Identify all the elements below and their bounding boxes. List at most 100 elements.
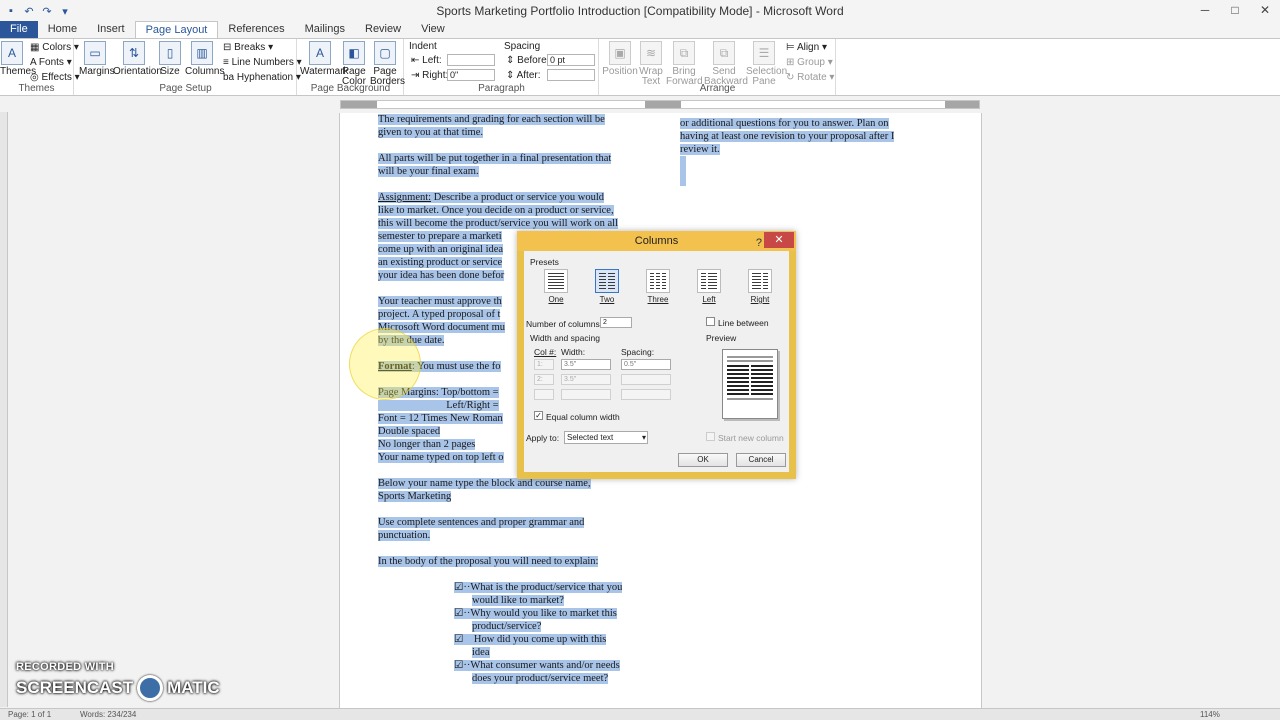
send-backward-button[interactable]: ⧉ Send Backward bbox=[704, 41, 748, 87]
cancel-button[interactable]: Cancel bbox=[736, 453, 786, 467]
position-button[interactable]: ▣ Position bbox=[602, 41, 638, 77]
colors-button[interactable]: ▦ Colors ▾ bbox=[30, 42, 79, 54]
page-background-group: A Watermark ◧ Page Color ▢ Page Borders … bbox=[298, 39, 405, 95]
spacing-before-icon: ⇕ bbox=[506, 55, 518, 66]
checkbox-icon: ☑ bbox=[454, 608, 464, 619]
doc-line: punctuation. bbox=[378, 530, 431, 541]
colors-icon: ▦ bbox=[30, 42, 43, 53]
line-numbers-button[interactable]: ≡ Line Numbers ▾ bbox=[223, 57, 302, 69]
size-button[interactable]: ▯ Size bbox=[159, 41, 181, 77]
save-icon[interactable]: ▪ bbox=[4, 4, 18, 18]
zoom-level[interactable]: 114% bbox=[1200, 710, 1220, 719]
doc-line: The requirements and grading for each se… bbox=[378, 114, 605, 125]
undo-icon[interactable]: ↶ bbox=[22, 4, 36, 18]
doc-line: idea bbox=[472, 647, 490, 658]
page-color-icon: ◧ bbox=[343, 41, 365, 65]
maximize-button[interactable]: □ bbox=[1220, 0, 1250, 20]
ok-button[interactable]: OK bbox=[678, 453, 728, 467]
tab-review[interactable]: Review bbox=[355, 21, 411, 38]
dialog-close-button[interactable]: ✕ bbox=[764, 232, 794, 248]
breaks-icon: ⊟ bbox=[223, 42, 235, 53]
page-color-button[interactable]: ◧ Page Color bbox=[342, 41, 366, 87]
preset-two[interactable]: Two bbox=[593, 269, 621, 304]
tab-page-layout[interactable]: Page Layout bbox=[134, 21, 219, 38]
customize-icon[interactable]: ▾ bbox=[58, 4, 72, 18]
redo-icon[interactable]: ↷ bbox=[40, 4, 54, 18]
equal-width-checkbox[interactable]: ✓ bbox=[534, 411, 543, 420]
right-column[interactable]: or additional questions for you to answe… bbox=[680, 117, 940, 190]
spacing-after-label: ⇕ After: bbox=[506, 70, 541, 81]
page-borders-button[interactable]: ▢ Page Borders bbox=[370, 41, 405, 87]
indent-left-input[interactable] bbox=[447, 54, 495, 66]
themes-button[interactable]: A Themes bbox=[0, 41, 36, 77]
assignment-heading: Assignment: bbox=[378, 192, 432, 203]
doc-line: review it. bbox=[680, 144, 720, 155]
fonts-button[interactable]: A Fonts ▾ bbox=[30, 57, 72, 69]
tab-mailings[interactable]: Mailings bbox=[295, 21, 355, 38]
spacing-before-input[interactable]: 0 pt bbox=[547, 54, 595, 66]
preset-left[interactable]: Left bbox=[695, 269, 723, 304]
tab-insert[interactable]: Insert bbox=[87, 21, 135, 38]
doc-line: your idea has been done befor bbox=[378, 270, 505, 281]
preset-three[interactable]: Three bbox=[644, 269, 672, 304]
col-3-width-input[interactable] bbox=[561, 389, 611, 400]
indent-right-input[interactable]: 0" bbox=[447, 69, 495, 81]
tab-references[interactable]: References bbox=[218, 21, 294, 38]
help-icon[interactable]: ? bbox=[756, 233, 762, 253]
selection-pane-button[interactable]: ☰ Selection Pane bbox=[746, 41, 787, 87]
bring-forward-button[interactable]: ⧉ Bring Forward bbox=[666, 41, 703, 87]
col-3-number bbox=[534, 389, 554, 400]
window-title: Sports Marketing Portfolio Introduction … bbox=[436, 4, 844, 18]
col-2-spacing-input[interactable] bbox=[621, 374, 671, 385]
watermark-right-text: MATIC bbox=[167, 678, 220, 697]
preset-one[interactable]: One bbox=[542, 269, 570, 304]
orientation-button[interactable]: ⇅ Orientation bbox=[113, 41, 162, 77]
col-1-width-input[interactable]: 3.5" bbox=[561, 359, 611, 370]
doc-line: Sports Marketing bbox=[378, 491, 452, 502]
watermark-button[interactable]: A Watermark bbox=[300, 41, 349, 77]
wrap-text-button[interactable]: ≋ Wrap Text bbox=[638, 41, 664, 87]
width-spacing-label: Width and spacing bbox=[530, 333, 600, 343]
doc-line: like to market. Once you decide on a pro… bbox=[378, 205, 614, 216]
columns-button[interactable]: ▥ Columns bbox=[185, 41, 224, 77]
tab-file[interactable]: File bbox=[0, 21, 38, 38]
checkbox-icon: ☑ bbox=[454, 660, 464, 671]
num-columns-input[interactable]: 2 bbox=[600, 317, 632, 328]
page-background-group-title: Page Background bbox=[310, 83, 391, 94]
col-1-spacing-input[interactable]: 0.5" bbox=[621, 359, 671, 370]
page-count[interactable]: Page: 1 of 1 bbox=[8, 710, 51, 719]
page-setup-group-title: Page Setup bbox=[159, 83, 212, 94]
indent-label: Indent bbox=[409, 41, 437, 52]
doc-line: In the body of the proposal you will nee… bbox=[378, 556, 599, 567]
col-3-spacing-input[interactable] bbox=[621, 389, 671, 400]
vertical-ruler[interactable] bbox=[0, 112, 8, 707]
ruler-margin-right bbox=[945, 101, 979, 108]
preset-right[interactable]: Right bbox=[746, 269, 774, 304]
minimize-button[interactable]: ─ bbox=[1190, 0, 1220, 20]
arrange-group-title: Arrange bbox=[699, 83, 736, 94]
checklist-item: ☑··What consumer wants and/or needs does… bbox=[454, 660, 620, 684]
tab-view[interactable]: View bbox=[411, 21, 455, 38]
doc-line: does your product/service meet? bbox=[472, 673, 609, 684]
spacing-after-input[interactable] bbox=[547, 69, 595, 81]
apply-to-select[interactable]: Selected text ▾ bbox=[564, 431, 648, 444]
ribbon-tabs: File Home Insert Page Layout References … bbox=[0, 20, 1280, 38]
close-window-button[interactable]: ✕ bbox=[1250, 0, 1280, 20]
doc-line: Double spaced bbox=[378, 426, 441, 437]
tab-home[interactable]: Home bbox=[38, 21, 87, 38]
start-new-column-label: Start new column bbox=[718, 433, 784, 443]
word-count[interactable]: Words: 234/234 bbox=[80, 710, 136, 719]
margins-button[interactable]: ▭ Margins bbox=[79, 41, 115, 77]
align-button[interactable]: ⊨ Align ▾ bbox=[786, 42, 827, 54]
group-button[interactable]: ⊞ Group ▾ bbox=[786, 57, 833, 69]
themes-group: A Themes ▦ Colors ▾ A Fonts ▾ ◎ Effects … bbox=[0, 39, 80, 95]
doc-line: will be your final exam. bbox=[378, 166, 479, 177]
horizontal-ruler[interactable] bbox=[340, 100, 980, 109]
breaks-button[interactable]: ⊟ Breaks ▾ bbox=[223, 42, 273, 54]
screencast-logo-icon bbox=[137, 675, 164, 701]
col-2-number: 2: bbox=[534, 374, 554, 385]
line-between-checkbox[interactable] bbox=[706, 317, 715, 326]
start-new-column-checkbox[interactable] bbox=[706, 432, 715, 441]
doc-line: product/service? bbox=[472, 621, 542, 632]
col-2-width-input[interactable]: 3.5" bbox=[561, 374, 611, 385]
